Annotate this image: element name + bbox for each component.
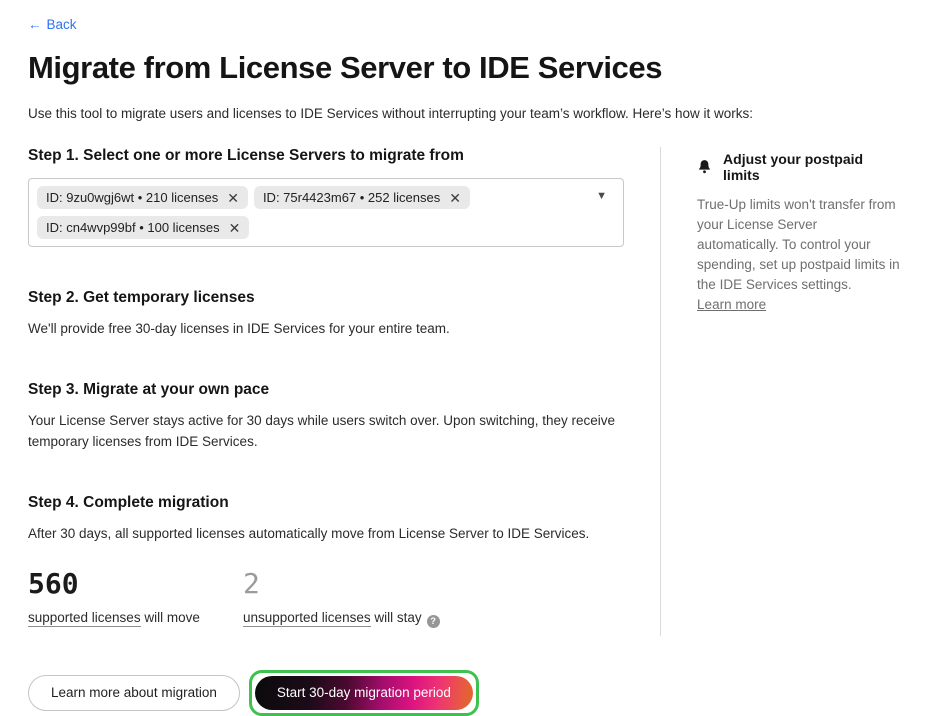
- back-link-label: Back: [47, 17, 77, 32]
- step2-heading: Step 2. Get temporary licenses: [28, 289, 624, 307]
- unsupported-count: 2: [243, 570, 440, 598]
- step3-heading: Step 3. Migrate at your own pace: [28, 381, 624, 399]
- unsupported-label-rest: will stay: [374, 610, 421, 625]
- chevron-down-icon[interactable]: ▼: [596, 190, 607, 202]
- help-icon[interactable]: ?: [427, 615, 440, 628]
- license-server-chip: ID: 9zu0wgj6wt • 210 licenses ✕: [37, 186, 248, 209]
- step2-section: Step 2. Get temporary licenses We'll pro…: [28, 289, 624, 339]
- step4-heading: Step 4. Complete migration: [28, 494, 624, 512]
- chip-label: ID: 9zu0wgj6wt • 210 licenses: [46, 190, 218, 205]
- chip-remove-icon[interactable]: ✕: [227, 191, 239, 205]
- learn-more-migration-button[interactable]: Learn more about migration: [28, 675, 240, 711]
- postpaid-limits-panel: Adjust your postpaid limits True-Up limi…: [661, 147, 901, 636]
- postpaid-panel-title: Adjust your postpaid limits: [723, 151, 901, 183]
- content-row: Step 1. Select one or more License Serve…: [28, 147, 901, 636]
- chip-label: ID: 75r4423m67 • 252 licenses: [263, 190, 440, 205]
- step4-body: After 30 days, all supported licenses au…: [28, 523, 624, 544]
- step3-section: Step 3. Migrate at your own pace Your Li…: [28, 381, 624, 452]
- step2-body: We'll provide free 30-day licenses in ID…: [28, 318, 624, 339]
- action-highlight-box: Start 30-day migration period: [249, 670, 479, 716]
- chip-label: ID: cn4wvp99bf • 100 licenses: [46, 220, 220, 235]
- unsupported-label: unsupported licenses will stay?: [243, 610, 440, 628]
- postpaid-panel-header: Adjust your postpaid limits: [697, 151, 901, 183]
- actions-row: Learn more about migration Start 30-day …: [28, 670, 929, 716]
- license-server-chip: ID: 75r4423m67 • 252 licenses ✕: [254, 186, 470, 209]
- step3-body: Your License Server stays active for 30 …: [28, 410, 624, 452]
- supported-label: supported licenses will move: [28, 610, 243, 625]
- step1-section: Step 1. Select one or more License Serve…: [28, 147, 624, 247]
- page-title: Migrate from License Server to IDE Servi…: [28, 50, 901, 86]
- postpaid-learn-more-link[interactable]: Learn more: [697, 297, 766, 312]
- supported-count: 560: [28, 570, 243, 598]
- postpaid-panel-body: True-Up limits won't transfer from your …: [697, 195, 901, 295]
- page-intro: Use this tool to migrate users and licen…: [28, 106, 901, 121]
- chip-remove-icon[interactable]: ✕: [449, 191, 461, 205]
- step1-heading: Step 1. Select one or more License Serve…: [28, 147, 624, 165]
- license-server-chip: ID: cn4wvp99bf • 100 licenses ✕: [37, 216, 249, 239]
- unsupported-licenses-link[interactable]: unsupported licenses: [243, 610, 371, 627]
- back-arrow-icon: ←: [28, 17, 42, 32]
- license-server-multiselect[interactable]: ID: 9zu0wgj6wt • 210 licenses ✕ ID: 75r4…: [28, 178, 624, 247]
- step4-section: Step 4. Complete migration After 30 days…: [28, 494, 624, 628]
- supported-label-rest: will move: [144, 610, 200, 625]
- back-link[interactable]: ← Back: [28, 17, 77, 32]
- unsupported-licenses-stat: 2 unsupported licenses will stay?: [243, 570, 440, 628]
- chip-remove-icon[interactable]: ✕: [229, 221, 241, 235]
- start-migration-button[interactable]: Start 30-day migration period: [255, 676, 473, 710]
- supported-licenses-link[interactable]: supported licenses: [28, 610, 141, 627]
- main-column: Step 1. Select one or more License Serve…: [28, 147, 661, 636]
- bell-icon: [697, 159, 712, 175]
- migration-page: ← Back Migrate from License Server to ID…: [0, 0, 929, 636]
- supported-licenses-stat: 560 supported licenses will move: [28, 570, 243, 628]
- license-stats-row: 560 supported licenses will move 2 unsup…: [28, 570, 624, 628]
